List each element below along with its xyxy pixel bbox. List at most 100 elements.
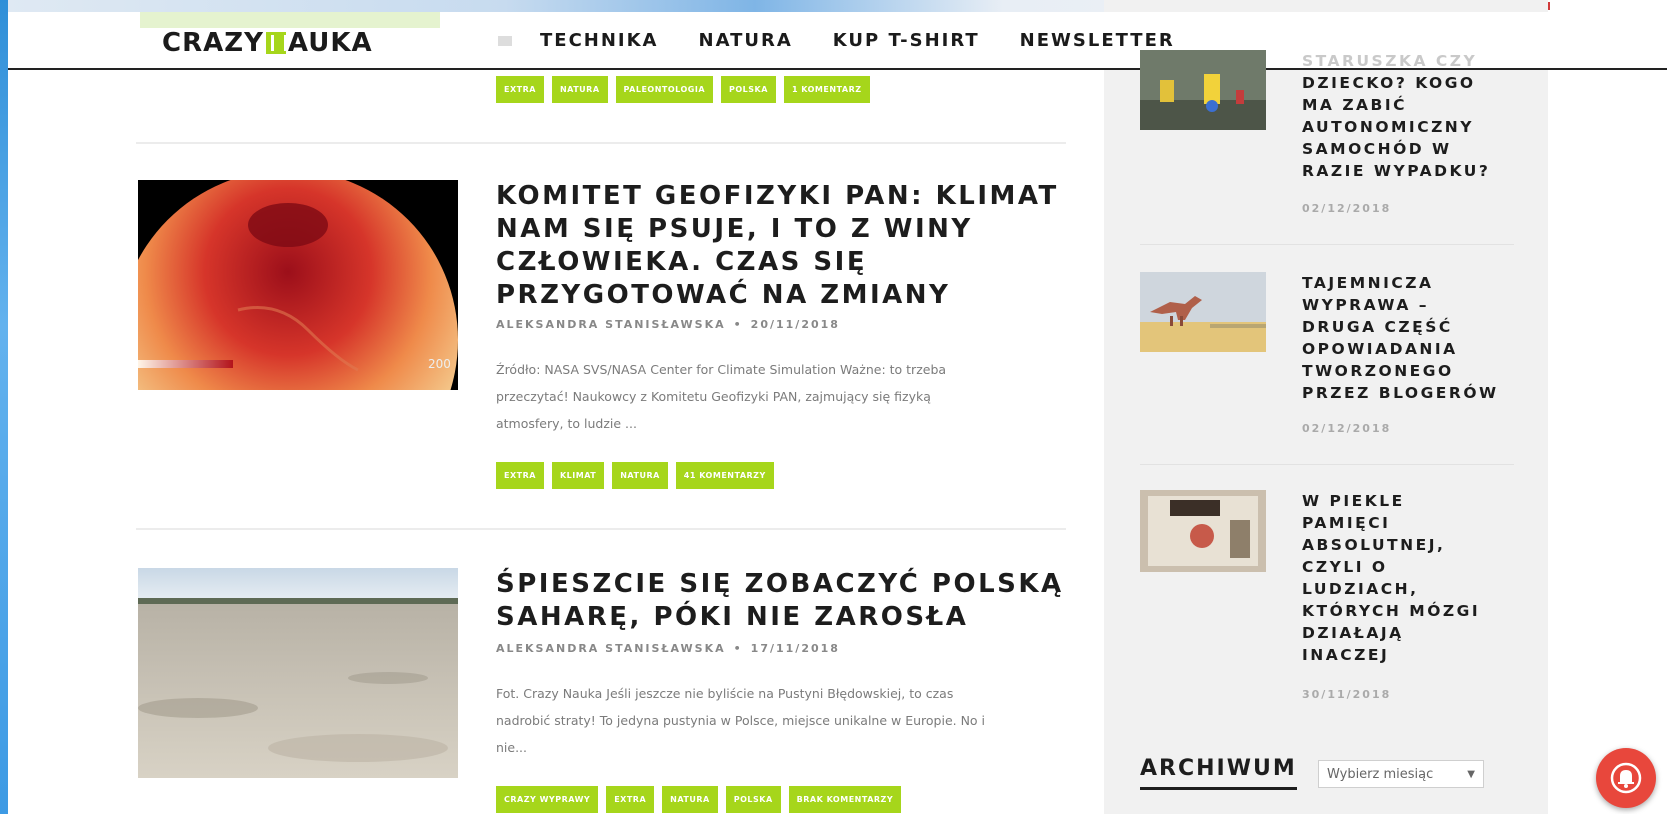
post-tags: EXTRA KLIMAT NATURA 41 KOMENTARZY	[496, 462, 774, 489]
main-nav: TECHNIKA NATURA KUP T-SHIRT NEWSLETTER	[540, 30, 1175, 51]
nav-item-kup-t-shirt[interactable]: KUP T-SHIRT	[833, 30, 980, 51]
sidebar-title-line: DZIAŁAJĄ	[1302, 624, 1404, 642]
archive-month-select[interactable]: Wybierz miesiąc ▼	[1318, 760, 1484, 788]
sidebar-title-line: AUTONOMICZNY	[1302, 118, 1475, 136]
post-thumbnail-desert[interactable]	[138, 568, 458, 778]
excerpt-line: atmosfery, to ludzie ...	[496, 416, 637, 431]
desert-image	[138, 568, 458, 778]
nav-item-newsletter[interactable]: NEWSLETTER	[1020, 30, 1175, 51]
tag[interactable]: POLSKA	[725, 786, 781, 813]
tag[interactable]: PALEONTOLOGIA	[615, 76, 714, 103]
post-excerpt: Fot. Crazy Nauka Jeśli jeszcze nie byliś…	[496, 680, 1066, 761]
archive-heading: ARCHIWUM	[1140, 756, 1297, 790]
tag[interactable]: BRAK KOMENTARZY	[788, 786, 902, 813]
tag[interactable]: NATURA	[612, 462, 668, 489]
header-ghost-bar	[140, 12, 440, 28]
sidebar-post-date: 30/11/2018	[1302, 688, 1392, 701]
sidebar-title-line: LUDZIACH,	[1302, 580, 1419, 598]
image-year-label: 200	[428, 357, 451, 371]
sidebar-title-line: PRZEZ BLOGERÓW	[1302, 384, 1499, 402]
sidebar-thumbnail-autonomous-car[interactable]	[1140, 50, 1266, 130]
sidebar-title-line: CZYLI O	[1302, 558, 1388, 576]
logo-n-icon	[265, 32, 287, 54]
screen-edge	[0, 0, 8, 814]
sidebar-title-line: RAZIE WYPADKU?	[1302, 162, 1491, 180]
tag[interactable]: NATURA	[662, 786, 718, 813]
post-date: 17/11/2018	[750, 642, 840, 655]
post-title-line: SAHARĘ, PÓKI NIE ZAROSŁA	[496, 602, 969, 632]
tag[interactable]: 1 KOMENTARZ	[783, 76, 870, 103]
tag[interactable]: NATURA	[551, 76, 608, 103]
post-author[interactable]: ALEKSANDRA STANISŁAWSKA	[496, 318, 726, 331]
excerpt-line: nadrobić straty! To jedyna pustynia w Po…	[496, 713, 986, 728]
sidebar-title-line: WYPRAWA –	[1302, 296, 1429, 314]
sidebar-title-line: OPOWIADANIA	[1302, 340, 1458, 358]
excerpt-line: nie...	[496, 740, 528, 755]
sidebar-title-line: TAJEMNICZA	[1302, 274, 1434, 292]
sidebar-title-line: TWORZONEGO	[1302, 362, 1454, 380]
post-tags: CRAZY WYPRAWY EXTRA NATURA POLSKA BRAK K…	[496, 786, 902, 813]
sidebar-divider	[1140, 244, 1514, 245]
sidebar-post-title[interactable]: W PIEKLE PAMIĘCI ABSOLUTNEJ, CZYLI O LUD…	[1302, 490, 1517, 666]
sidebar-post-date: 02/12/2018	[1302, 202, 1392, 215]
post-thumbnail-climate[interactable]: 200	[138, 180, 458, 390]
notification-bell-button[interactable]	[1596, 748, 1656, 808]
post-meta: ALEKSANDRA STANISŁAWSKA • 20/11/2018	[496, 318, 840, 331]
memory-book-image	[1140, 490, 1266, 572]
nav-item-natura[interactable]: NATURA	[699, 30, 793, 51]
sidebar-thumbnail-memory[interactable]	[1140, 490, 1266, 572]
previous-post-tags: EXTRA NATURA PALEONTOLOGIA POLSKA 1 KOME…	[496, 76, 870, 103]
site-logo[interactable]: CRAZY AUKA	[162, 28, 373, 58]
tag[interactable]: KLIMAT	[551, 462, 605, 489]
sidebar-title-line: ABSOLUTNEJ,	[1302, 536, 1446, 554]
post-title[interactable]: KOMITET GEOFIZYKI PAN: KLIMAT NAM SIĘ PS…	[496, 180, 1059, 312]
tag[interactable]: CRAZY WYPRAWY	[496, 786, 599, 813]
logo-text-right: AUKA	[287, 28, 373, 58]
sidebar-divider	[1140, 464, 1514, 465]
page-right-margin	[1548, 0, 1667, 814]
post-title-line: ŚPIESZCIE SIĘ ZOBACZYĆ POLSKĄ	[496, 569, 1064, 599]
sidebar-post-title[interactable]: STARUSZKA CZY DZIECKO? KOGO MA ZABIĆ AUT…	[1302, 50, 1517, 182]
post-title-line: CZŁOWIEKA. CZAS SIĘ	[496, 247, 868, 277]
sidebar-title-line: PAMIĘCI	[1302, 514, 1391, 532]
archive-select-value: Wybierz miesiąc	[1327, 766, 1434, 782]
post-excerpt: Źródło: NASA SVS/NASA Center for Climate…	[496, 356, 1076, 437]
nav-search-icon[interactable]	[498, 36, 512, 46]
tag[interactable]: EXTRA	[496, 76, 544, 103]
sidebar-title-line: STARUSZKA CZY	[1302, 52, 1478, 70]
meta-separator-icon: •	[733, 318, 743, 331]
nav-item-technika[interactable]: TECHNIKA	[540, 30, 659, 51]
excerpt-line: przeczytać! Naukowcy z Komitetu Geofizyk…	[496, 389, 931, 404]
climate-globe-image: 200	[138, 180, 458, 390]
sidebar-title-line: W PIEKLE	[1302, 492, 1405, 510]
post-title[interactable]: ŚPIESZCIE SIĘ ZOBACZYĆ POLSKĄ SAHARĘ, PÓ…	[496, 568, 1064, 634]
bell-icon	[1610, 762, 1642, 794]
tag[interactable]: EXTRA	[496, 462, 544, 489]
sidebar-title-line: DRUGA CZĘŚĆ	[1302, 318, 1453, 336]
post-divider	[136, 528, 1066, 530]
sidebar-title-line: MA ZABIĆ	[1302, 96, 1408, 114]
dinosaur-image	[1140, 272, 1266, 352]
sidebar-title-line: DZIECKO? KOGO	[1302, 74, 1476, 92]
sidebar-post-date: 02/12/2018	[1302, 422, 1392, 435]
post-meta: ALEKSANDRA STANISŁAWSKA • 17/11/2018	[496, 642, 840, 655]
sidebar-title-line: INACZEJ	[1302, 646, 1390, 664]
post-date: 20/11/2018	[750, 318, 840, 331]
post-title-line: KOMITET GEOFIZYKI PAN: KLIMAT	[496, 181, 1059, 211]
tag[interactable]: POLSKA	[721, 76, 776, 103]
sidebar-post-title[interactable]: TAJEMNICZA WYPRAWA – DRUGA CZĘŚĆ OPOWIAD…	[1302, 272, 1517, 404]
sidebar-thumbnail-expedition[interactable]	[1140, 272, 1266, 352]
excerpt-line: Źródło: NASA SVS/NASA Center for Climate…	[496, 362, 947, 377]
tag[interactable]: EXTRA	[606, 786, 655, 813]
post-title-line: NAM SIĘ PSUJE, I TO Z WINY	[496, 214, 973, 244]
post-divider	[136, 142, 1066, 144]
chevron-down-icon: ▼	[1467, 768, 1475, 780]
lego-figures-image	[1140, 50, 1266, 130]
logo-text-left: CRAZY	[162, 28, 264, 58]
sidebar-title-line: KTÓRYCH MÓZGI	[1302, 602, 1481, 620]
post-author[interactable]: ALEKSANDRA STANISŁAWSKA	[496, 642, 726, 655]
post-title-line: PRZYGOTOWAĆ NA ZMIANY	[496, 280, 951, 310]
meta-separator-icon: •	[733, 642, 743, 655]
excerpt-line: Fot. Crazy Nauka Jeśli jeszcze nie byliś…	[496, 686, 954, 701]
tag[interactable]: 41 KOMENTARZY	[675, 462, 774, 489]
